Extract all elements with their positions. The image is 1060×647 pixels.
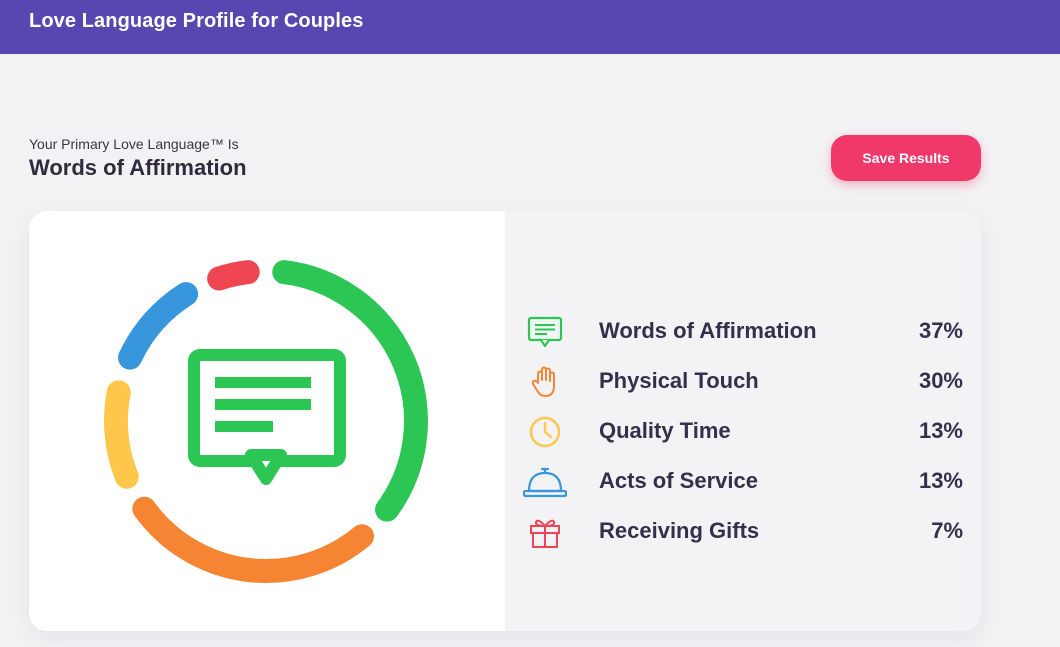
legend-percentage: 30% bbox=[918, 368, 963, 393]
donut-segment-acts-of-service bbox=[118, 282, 199, 370]
donut-segment-physical-touch bbox=[132, 496, 375, 583]
clock-icon bbox=[529, 416, 561, 448]
donut-segment-quality-time bbox=[104, 380, 139, 489]
legend-item-receiving-gifts: Receiving Gifts 7% bbox=[523, 511, 963, 561]
legend-label: Physical Touch bbox=[599, 368, 759, 393]
legend-label: Quality Time bbox=[599, 418, 731, 443]
love-language-donut-chart bbox=[104, 260, 428, 583]
primary-language-value: Words of Affirmation bbox=[29, 155, 247, 180]
results-card: Words of Affirmation 37% Physical Touch … bbox=[29, 211, 981, 631]
legend-percentage: 13% bbox=[918, 468, 963, 493]
speech-bubble-icon bbox=[188, 349, 346, 485]
legend-item-physical-touch: Physical Touch 30% bbox=[523, 361, 963, 411]
legend-label: Words of Affirmation bbox=[599, 318, 817, 343]
primary-language-intro: Your Primary Love Language™ Is bbox=[29, 136, 239, 152]
legend-item-quality-time: Quality Time 13% bbox=[523, 411, 963, 461]
hand-icon bbox=[531, 366, 555, 397]
legend-item-acts-of-service: Acts of Service 13% bbox=[523, 461, 963, 511]
legend: Words of Affirmation 37% Physical Touch … bbox=[523, 311, 963, 561]
save-results-button[interactable]: Save Results bbox=[831, 135, 981, 181]
speech-bubble-icon bbox=[527, 316, 563, 348]
legend-percentage: 7% bbox=[931, 518, 963, 543]
service-bell-icon bbox=[523, 467, 567, 498]
app-header: Love Language Profile for Couples bbox=[0, 0, 1060, 54]
legend-label: Receiving Gifts bbox=[599, 518, 760, 543]
legend-percentage: 13% bbox=[918, 418, 963, 443]
chart-panel bbox=[29, 211, 505, 631]
page-title: Love Language Profile for Couples bbox=[29, 10, 364, 32]
donut-segment-receiving-gifts bbox=[207, 260, 260, 291]
legend-item-words-of-affirmation: Words of Affirmation 37% bbox=[523, 311, 963, 361]
legend-label: Acts of Service bbox=[599, 468, 758, 493]
gift-icon bbox=[530, 519, 560, 548]
legend-percentage: 37% bbox=[918, 318, 963, 343]
donut-segment-words-of-affirmation bbox=[272, 260, 428, 522]
